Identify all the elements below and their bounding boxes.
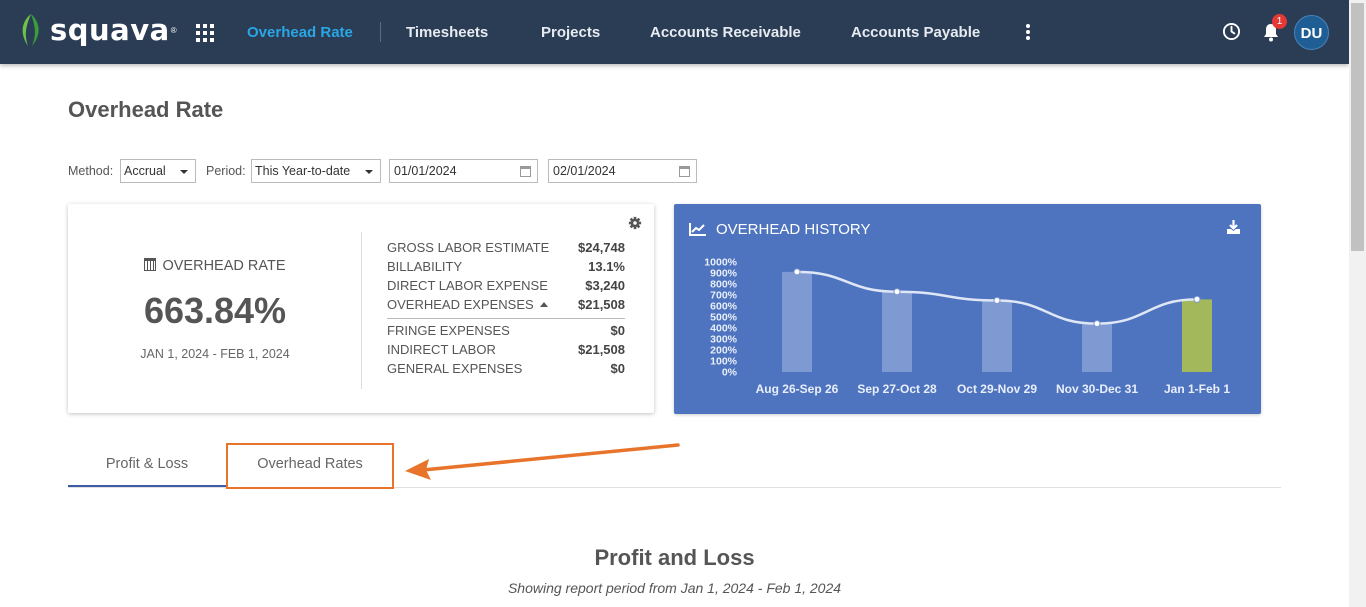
method-select-value: Accrual: [124, 164, 166, 178]
report-title: Profit and Loss: [594, 545, 755, 570]
calendar-icon[interactable]: [520, 166, 531, 177]
metric-label: BILLABILITY: [387, 259, 463, 274]
metric-label: DIRECT LABOR EXPENSE: [387, 278, 548, 293]
metric-value: 13.1%: [588, 259, 625, 274]
y-tick-label: 1000%: [704, 257, 737, 269]
app-name: squava: [50, 13, 170, 47]
y-tick-label: 100%: [710, 356, 738, 368]
metric-label: GROSS LABOR ESTIMATE: [387, 240, 550, 255]
method-select[interactable]: Accrual: [120, 159, 196, 183]
bar[interactable]: [782, 271, 812, 372]
apps-grid-icon[interactable]: [196, 24, 214, 42]
bar[interactable]: [882, 291, 912, 372]
metric-label-text: OVERHEAD EXPENSES: [387, 297, 534, 312]
metric-label: GENERAL EXPENSES: [387, 361, 523, 376]
gear-icon[interactable]: [628, 216, 642, 230]
metric-value: $0: [610, 361, 625, 376]
nav-timesheets[interactable]: Timesheets: [406, 0, 488, 64]
metric-value: $3,240: [585, 278, 625, 293]
metric-value: $24,748: [578, 240, 625, 255]
end-date-value: 02/01/2024: [553, 164, 616, 178]
x-tick-label: Sep 27-Oct 28: [857, 382, 937, 396]
start-date-value: 01/01/2024: [394, 164, 457, 178]
metric-gross-labor: GROSS LABOR ESTIMATE $24,748: [387, 240, 625, 258]
y-tick-label: 400%: [710, 323, 738, 335]
line-point[interactable]: [793, 268, 801, 276]
card-divider: [361, 232, 362, 389]
y-tick-label: 600%: [710, 301, 738, 313]
nav-accounts-payable[interactable]: Accounts Payable: [851, 0, 980, 64]
metric-overhead-expenses[interactable]: OVERHEAD EXPENSES $21,508: [387, 297, 625, 315]
report-subtitle: Showing report period from Jan 1, 2024 -…: [507, 580, 842, 596]
clock-icon[interactable]: [1222, 22, 1241, 41]
start-date-input[interactable]: 01/01/2024: [389, 159, 538, 183]
y-tick-label: 500%: [710, 312, 738, 324]
calendar-icon[interactable]: [679, 166, 690, 177]
x-tick-label: Oct 29-Nov 29: [957, 382, 1037, 396]
bar[interactable]: [982, 300, 1012, 373]
nav-overhead-rate[interactable]: Overhead Rate: [247, 0, 353, 64]
method-label: Method:: [68, 164, 114, 178]
download-icon[interactable]: [1226, 219, 1241, 235]
annotation-highlight-box: [226, 443, 394, 489]
line-chart-icon: [689, 223, 706, 236]
y-tick-label: 200%: [710, 345, 738, 357]
y-tick-label: 300%: [710, 334, 738, 346]
metric-separator: [387, 318, 625, 319]
y-tick-label: 0%: [722, 367, 738, 379]
metric-billability: BILLABILITY 13.1%: [387, 259, 625, 277]
metric-fringe-expenses: FRINGE EXPENSES $0: [387, 323, 625, 341]
page-title: Overhead Rate: [68, 97, 224, 122]
x-tick-label: Nov 30-Dec 31: [1056, 382, 1138, 396]
overhead-rate-period: JAN 1, 2024 - FEB 1, 2024: [140, 347, 290, 361]
metric-label: FRINGE EXPENSES: [387, 323, 510, 338]
active-tab-indicator: [68, 485, 226, 487]
calculator-icon: [144, 258, 157, 271]
collapse-caret-icon[interactable]: [539, 302, 548, 307]
y-tick-label: 700%: [710, 290, 738, 302]
metric-value: $21,508: [578, 342, 625, 357]
overhead-history-title: OVERHEAD HISTORY: [716, 221, 871, 238]
user-avatar[interactable]: DU: [1294, 15, 1329, 50]
nav-divider: [380, 22, 381, 42]
tab-profit-loss[interactable]: Profit & Loss: [68, 444, 226, 487]
metric-indirect-labor: INDIRECT LABOR $21,508: [387, 342, 625, 360]
overhead-rate-label-text: OVERHEAD RATE: [162, 258, 286, 274]
bar[interactable]: [1182, 299, 1212, 372]
scrollbar-thumb[interactable]: [1351, 3, 1364, 251]
squava-logo[interactable]: squava ®: [18, 9, 177, 51]
overhead-rate-label: OVERHEAD RATE: [68, 258, 362, 274]
annotation-arrow: [405, 443, 680, 480]
metric-label: OVERHEAD EXPENSES: [387, 297, 548, 312]
leaf-icon: [22, 14, 39, 46]
line-point[interactable]: [993, 297, 1001, 304]
x-tick-label: Jan 1-Feb 1: [1164, 382, 1230, 396]
metric-label: INDIRECT LABOR: [387, 342, 496, 357]
overhead-history-chart: 0%100%200%300%400%500%600%700%800%900%10…: [704, 257, 1230, 397]
line-point[interactable]: [1193, 295, 1201, 303]
line-point[interactable]: [1093, 320, 1101, 328]
period-label: Period:: [206, 164, 246, 178]
bar[interactable]: [1082, 323, 1112, 372]
end-date-input[interactable]: 02/01/2024: [548, 159, 697, 183]
chevron-down-icon: [365, 170, 373, 174]
notification-badge: 1: [1272, 14, 1287, 29]
chevron-down-icon: [180, 170, 188, 174]
period-select-value: This Year-to-date: [255, 164, 351, 178]
nav-projects[interactable]: Projects: [541, 0, 600, 64]
metric-general-expenses: GENERAL EXPENSES $0: [387, 361, 625, 379]
more-menu-icon[interactable]: [1025, 24, 1030, 40]
line-point[interactable]: [893, 288, 901, 296]
y-tick-label: 900%: [710, 268, 738, 280]
nav-accounts-receivable[interactable]: Accounts Receivable: [650, 0, 801, 64]
period-select[interactable]: This Year-to-date: [251, 159, 381, 183]
overhead-rate-value: 663.84%: [143, 290, 287, 331]
metric-value: $21,508: [578, 297, 625, 312]
metric-direct-labor: DIRECT LABOR EXPENSE $3,240: [387, 278, 625, 296]
x-tick-label: Aug 26-Sep 26: [756, 382, 839, 396]
trademark-mark: ®: [170, 25, 177, 35]
y-tick-label: 800%: [710, 279, 738, 291]
metric-value: $0: [610, 323, 625, 338]
